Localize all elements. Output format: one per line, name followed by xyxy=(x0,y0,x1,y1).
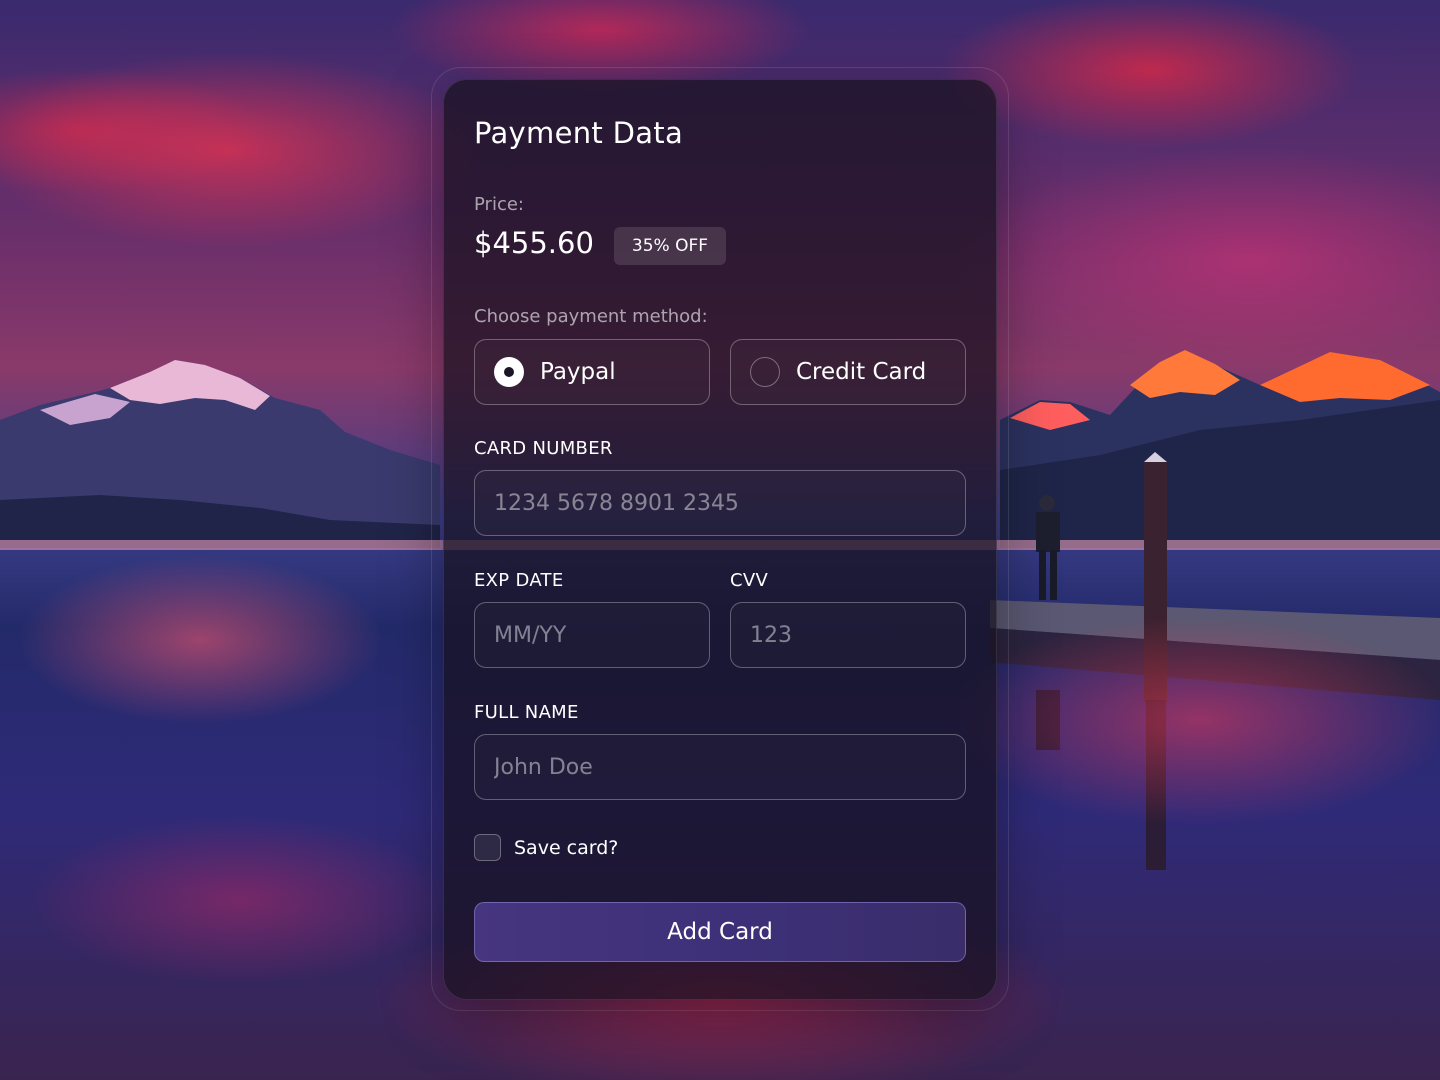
payment-option-credit-card[interactable]: Credit Card xyxy=(730,339,966,405)
payment-option-paypal[interactable]: Paypal xyxy=(474,339,710,405)
payment-option-label: Credit Card xyxy=(796,359,927,385)
price-label: Price: xyxy=(474,194,524,215)
save-card-checkbox[interactable] xyxy=(474,834,501,861)
cvv-label: CVV xyxy=(730,570,769,591)
radio-selected-icon[interactable] xyxy=(494,357,524,387)
exp-date-label: EXP DATE xyxy=(474,570,564,591)
page-title: Payment Data xyxy=(474,116,684,150)
payment-method-label: Choose payment method: xyxy=(474,306,708,327)
add-card-button[interactable]: Add Card xyxy=(474,902,966,962)
payment-card xyxy=(443,79,997,1000)
radio-unselected-icon[interactable] xyxy=(750,357,780,387)
save-card-label: Save card? xyxy=(514,836,619,859)
save-card-option[interactable]: Save card? xyxy=(474,834,618,861)
card-number-input[interactable] xyxy=(474,470,966,536)
full-name-label: FULL NAME xyxy=(474,702,579,723)
discount-badge: 35% OFF xyxy=(614,227,726,265)
price-value: $455.60 xyxy=(474,226,594,260)
card-number-label: CARD NUMBER xyxy=(474,438,613,459)
exp-date-input[interactable] xyxy=(474,602,710,668)
payment-option-label: Paypal xyxy=(540,359,616,385)
full-name-input[interactable] xyxy=(474,734,966,800)
cvv-input[interactable] xyxy=(730,602,966,668)
